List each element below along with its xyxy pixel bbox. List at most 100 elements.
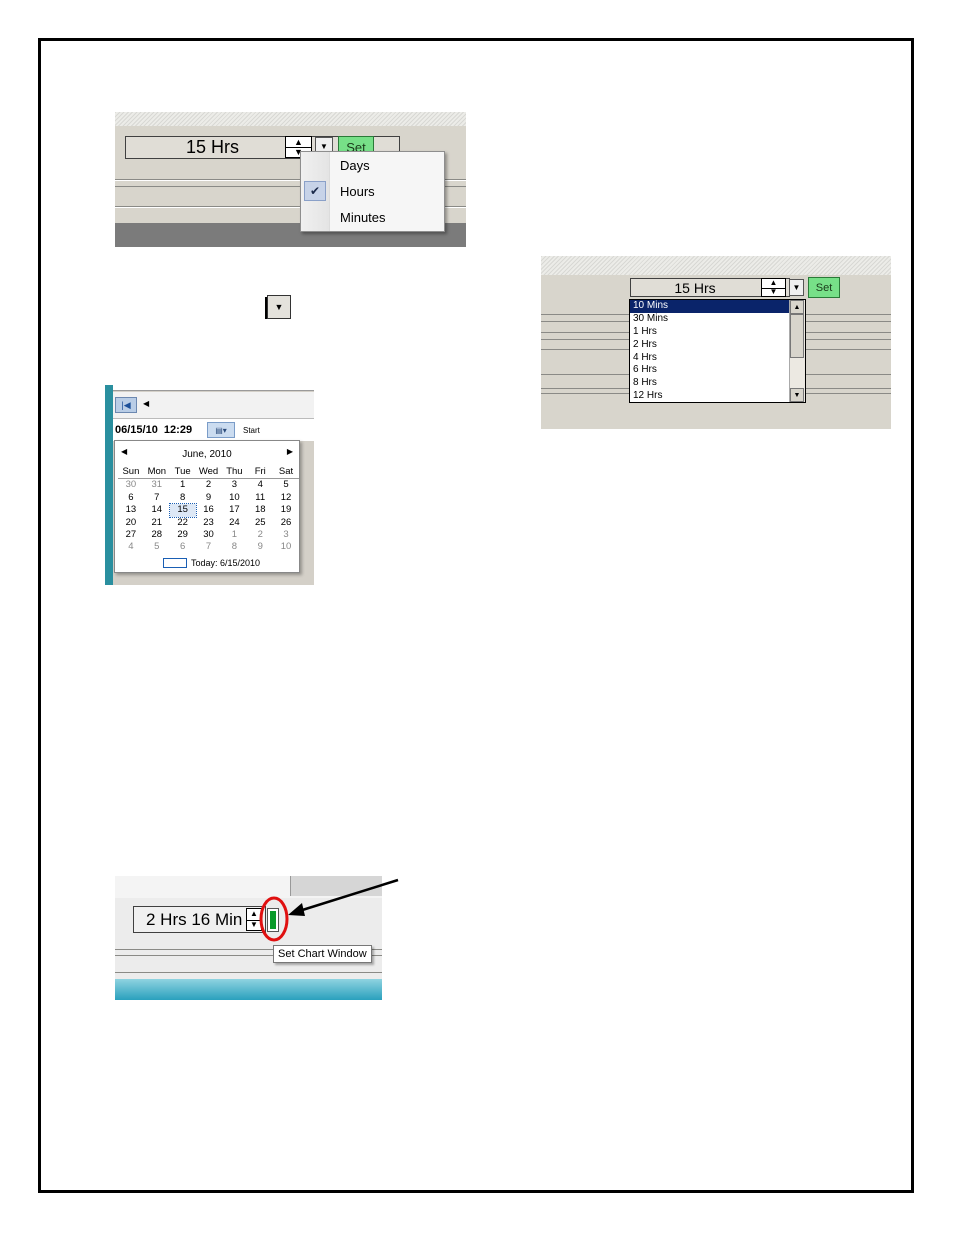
day-cell[interactable]: 10 (221, 492, 247, 504)
scroll-up-icon[interactable]: ▲ (790, 300, 804, 314)
chevron-down-icon: ▼ (792, 283, 801, 292)
day-cell[interactable]: 3 (221, 479, 247, 492)
day-cell[interactable]: 7 (196, 541, 222, 553)
day-cell[interactable]: 12 (273, 492, 299, 504)
day-cell[interactable]: 20 (118, 517, 144, 529)
start-label: Start (243, 426, 260, 435)
listbox-scrollbar[interactable]: ▲ ▼ (789, 300, 805, 402)
divider (115, 972, 382, 973)
duration-spinner[interactable]: ▲ ▼ (246, 908, 262, 931)
list-item[interactable]: 10 Mins (630, 300, 790, 313)
day-cell[interactable]: 11 (247, 492, 273, 504)
day-cell[interactable]: 25 (247, 517, 273, 529)
day-cell[interactable]: 10 (273, 541, 299, 553)
day-cell[interactable]: 23 (196, 517, 222, 529)
day-cell[interactable]: 9 (247, 541, 273, 553)
spin-down-icon[interactable]: ▼ (247, 920, 261, 931)
caret-mark (265, 297, 267, 319)
tooltip: Set Chart Window (273, 945, 372, 963)
day-cell[interactable]: 28 (144, 529, 170, 541)
spin-down-icon[interactable]: ▼ (762, 287, 785, 297)
set-button[interactable]: Set (808, 277, 840, 298)
calendar-dropdown-button[interactable]: ▤▾ (207, 422, 235, 438)
weekday: Thu (226, 466, 243, 477)
weekday: Sat (278, 466, 294, 477)
set-chart-button[interactable] (267, 908, 279, 932)
chevron-down-icon: ▼ (274, 302, 284, 312)
day-cell[interactable]: 22 (170, 517, 196, 529)
day-cell[interactable]: 31 (144, 479, 170, 492)
scroll-thumb[interactable] (790, 314, 804, 358)
duration-spinner[interactable]: ▲ ▼ (761, 278, 786, 297)
datetime-field[interactable]: 06/15/10 12:29 (115, 424, 192, 436)
day-cell[interactable]: 19 (273, 504, 299, 516)
list-item[interactable]: 6 Hrs (630, 364, 805, 377)
first-record-button[interactable]: |◀ (115, 397, 137, 413)
day-cell[interactable]: 3 (273, 529, 299, 541)
window-edge (105, 385, 113, 585)
day-cell[interactable]: 30 (196, 529, 222, 541)
day-cell[interactable]: 4 (118, 541, 144, 553)
prev-arrow-icon[interactable]: ◀ (143, 399, 149, 408)
day-cell-selected[interactable]: 15 (168, 503, 197, 518)
set-chart-screenshot: 2 Hrs 16 Min ▲ ▼ Set Chart Window (115, 876, 382, 1000)
preset-dropdown-button[interactable]: ▼ (789, 279, 804, 296)
day-cell[interactable]: 6 (170, 541, 196, 553)
scroll-down-icon[interactable]: ▼ (790, 388, 804, 402)
day-cell[interactable]: 5 (273, 479, 299, 492)
day-cell[interactable]: 13 (118, 504, 144, 516)
day-cell[interactable]: 4 (247, 479, 273, 492)
duration-text: 15 Hrs (674, 279, 716, 296)
day-cell[interactable]: 8 (221, 541, 247, 553)
next-month-icon[interactable]: ▶ (287, 447, 293, 456)
menu-item-minutes[interactable]: Minutes (301, 205, 444, 230)
day-cell[interactable]: 7 (144, 492, 170, 504)
day-cell[interactable]: 14 (144, 504, 170, 516)
month-label: June, 2010 (182, 448, 232, 460)
dropdown-button-sample[interactable]: ▼ (267, 295, 291, 319)
nav-toolbar: |◀ ◀ (113, 392, 314, 419)
unit-context-menu: Days ✔ Hours Minutes (300, 151, 445, 232)
calendar-icon: ▤▾ (215, 425, 227, 435)
grey-tab (290, 876, 382, 896)
chevron-down-icon: ▼ (320, 141, 328, 151)
day-cell[interactable]: 24 (221, 517, 247, 529)
day-cell[interactable]: 8 (170, 492, 196, 504)
skip-first-icon: |◀ (121, 399, 131, 410)
day-cell[interactable]: 6 (118, 492, 144, 504)
day-cell[interactable]: 2 (196, 479, 222, 492)
preset-listbox[interactable]: 10 Mins 30 Mins 1 Hrs 2 Hrs 4 Hrs 6 Hrs … (629, 299, 806, 403)
day-cell[interactable]: 17 (221, 504, 247, 516)
day-cell[interactable]: 5 (144, 541, 170, 553)
day-cell[interactable]: 9 (196, 492, 222, 504)
menu-item-hours[interactable]: ✔ Hours (301, 179, 444, 204)
list-item[interactable]: 2 Hrs (630, 339, 805, 352)
calendar-popup: ◀ June, 2010 ▶ Sun Mon Tue Wed Thu Fri S… (114, 440, 300, 573)
day-cell[interactable]: 21 (144, 517, 170, 529)
list-item[interactable]: 4 Hrs (630, 352, 805, 365)
blue-band (115, 979, 382, 1000)
today-link[interactable]: Today: 6/15/2010 (163, 557, 260, 569)
list-item[interactable]: 12 Hrs (630, 390, 805, 403)
day-cell[interactable]: 30 (118, 479, 144, 492)
weekday-header: Sun Mon Tue Wed Thu Fri Sat (118, 466, 299, 479)
day-cell[interactable]: 1 (170, 479, 196, 492)
day-cell[interactable]: 1 (221, 529, 247, 541)
day-cell[interactable]: 27 (118, 529, 144, 541)
title-strip (113, 385, 314, 391)
day-cell[interactable]: 29 (170, 529, 196, 541)
checkmark-icon: ✔ (304, 181, 326, 201)
menu-item-days[interactable]: Days (301, 153, 444, 178)
day-cell[interactable]: 2 (247, 529, 273, 541)
weekday: Wed (198, 466, 219, 477)
date-row: 06/15/10 12:29 ▤▾ Start (113, 419, 314, 441)
list-item[interactable]: 1 Hrs (630, 326, 805, 339)
list-item[interactable]: 30 Mins (630, 313, 805, 326)
today-swatch (163, 558, 187, 568)
day-cell[interactable]: 26 (273, 517, 299, 529)
calendar-grid: Sun Mon Tue Wed Thu Fri Sat 30 31 1 2 3 … (118, 466, 299, 554)
day-cell[interactable]: 16 (196, 504, 222, 516)
day-cell[interactable]: 18 (247, 504, 273, 516)
unit-menu-screenshot: 15 Hrs ▲ ▼ ▼ Set Days ✔ Hours Minutes (115, 112, 466, 247)
list-item[interactable]: 8 Hrs (630, 377, 805, 390)
